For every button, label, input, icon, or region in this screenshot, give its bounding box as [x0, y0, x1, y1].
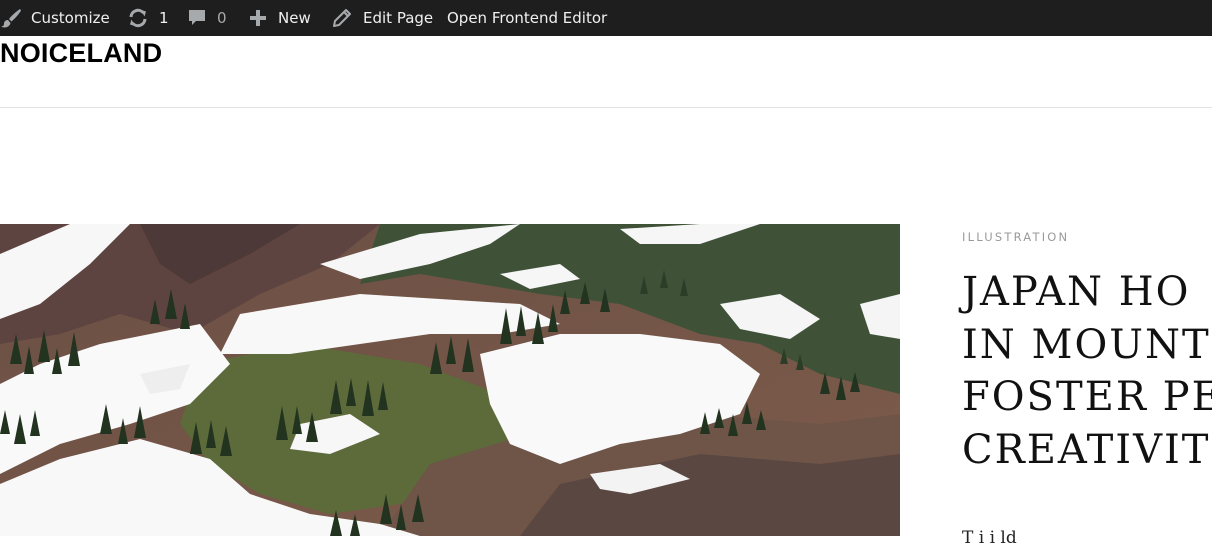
comment-icon — [187, 8, 207, 28]
comments-count: 0 — [217, 9, 227, 27]
customize-button[interactable]: Customize — [0, 0, 110, 36]
new-label: New — [278, 9, 311, 27]
edit-page-button[interactable]: Edit Page — [332, 0, 433, 36]
post-title-line: FOSTER PE — [962, 374, 1212, 420]
featured-image[interactable] — [0, 224, 900, 536]
post-excerpt: T i i ld — [962, 528, 1017, 548]
post-title-line: CREATIVIT — [962, 426, 1211, 473]
post-title[interactable]: JAPAN HO IN MOUNT FOSTER PE CREATIVIT — [962, 266, 1212, 476]
brush-icon — [0, 8, 22, 28]
update-icon — [127, 8, 149, 28]
post-title-line: JAPAN HO — [962, 269, 1191, 315]
site-title[interactable]: NOICELAND — [0, 38, 162, 68]
plus-icon — [248, 8, 268, 28]
mountain-snow-image — [0, 224, 900, 536]
updates-button[interactable]: 1 — [127, 0, 169, 36]
post-category-link[interactable]: ILLUSTRATION — [962, 230, 1069, 244]
customize-label: Customize — [31, 9, 110, 27]
comments-button[interactable]: 0 — [187, 0, 227, 36]
pencil-icon — [332, 8, 352, 28]
admin-toolbar: Customize 1 0 New Edit Page Open Fronten… — [0, 0, 1212, 36]
open-frontend-editor-button[interactable]: Open Frontend Editor — [447, 0, 607, 36]
edit-page-label: Edit Page — [363, 9, 434, 27]
new-content-button[interactable]: New — [248, 0, 311, 36]
updates-count: 1 — [159, 9, 169, 27]
header-divider — [0, 107, 1212, 108]
frontend-editor-label: Open Frontend Editor — [447, 9, 608, 27]
post-title-line: IN MOUNT — [962, 321, 1211, 368]
